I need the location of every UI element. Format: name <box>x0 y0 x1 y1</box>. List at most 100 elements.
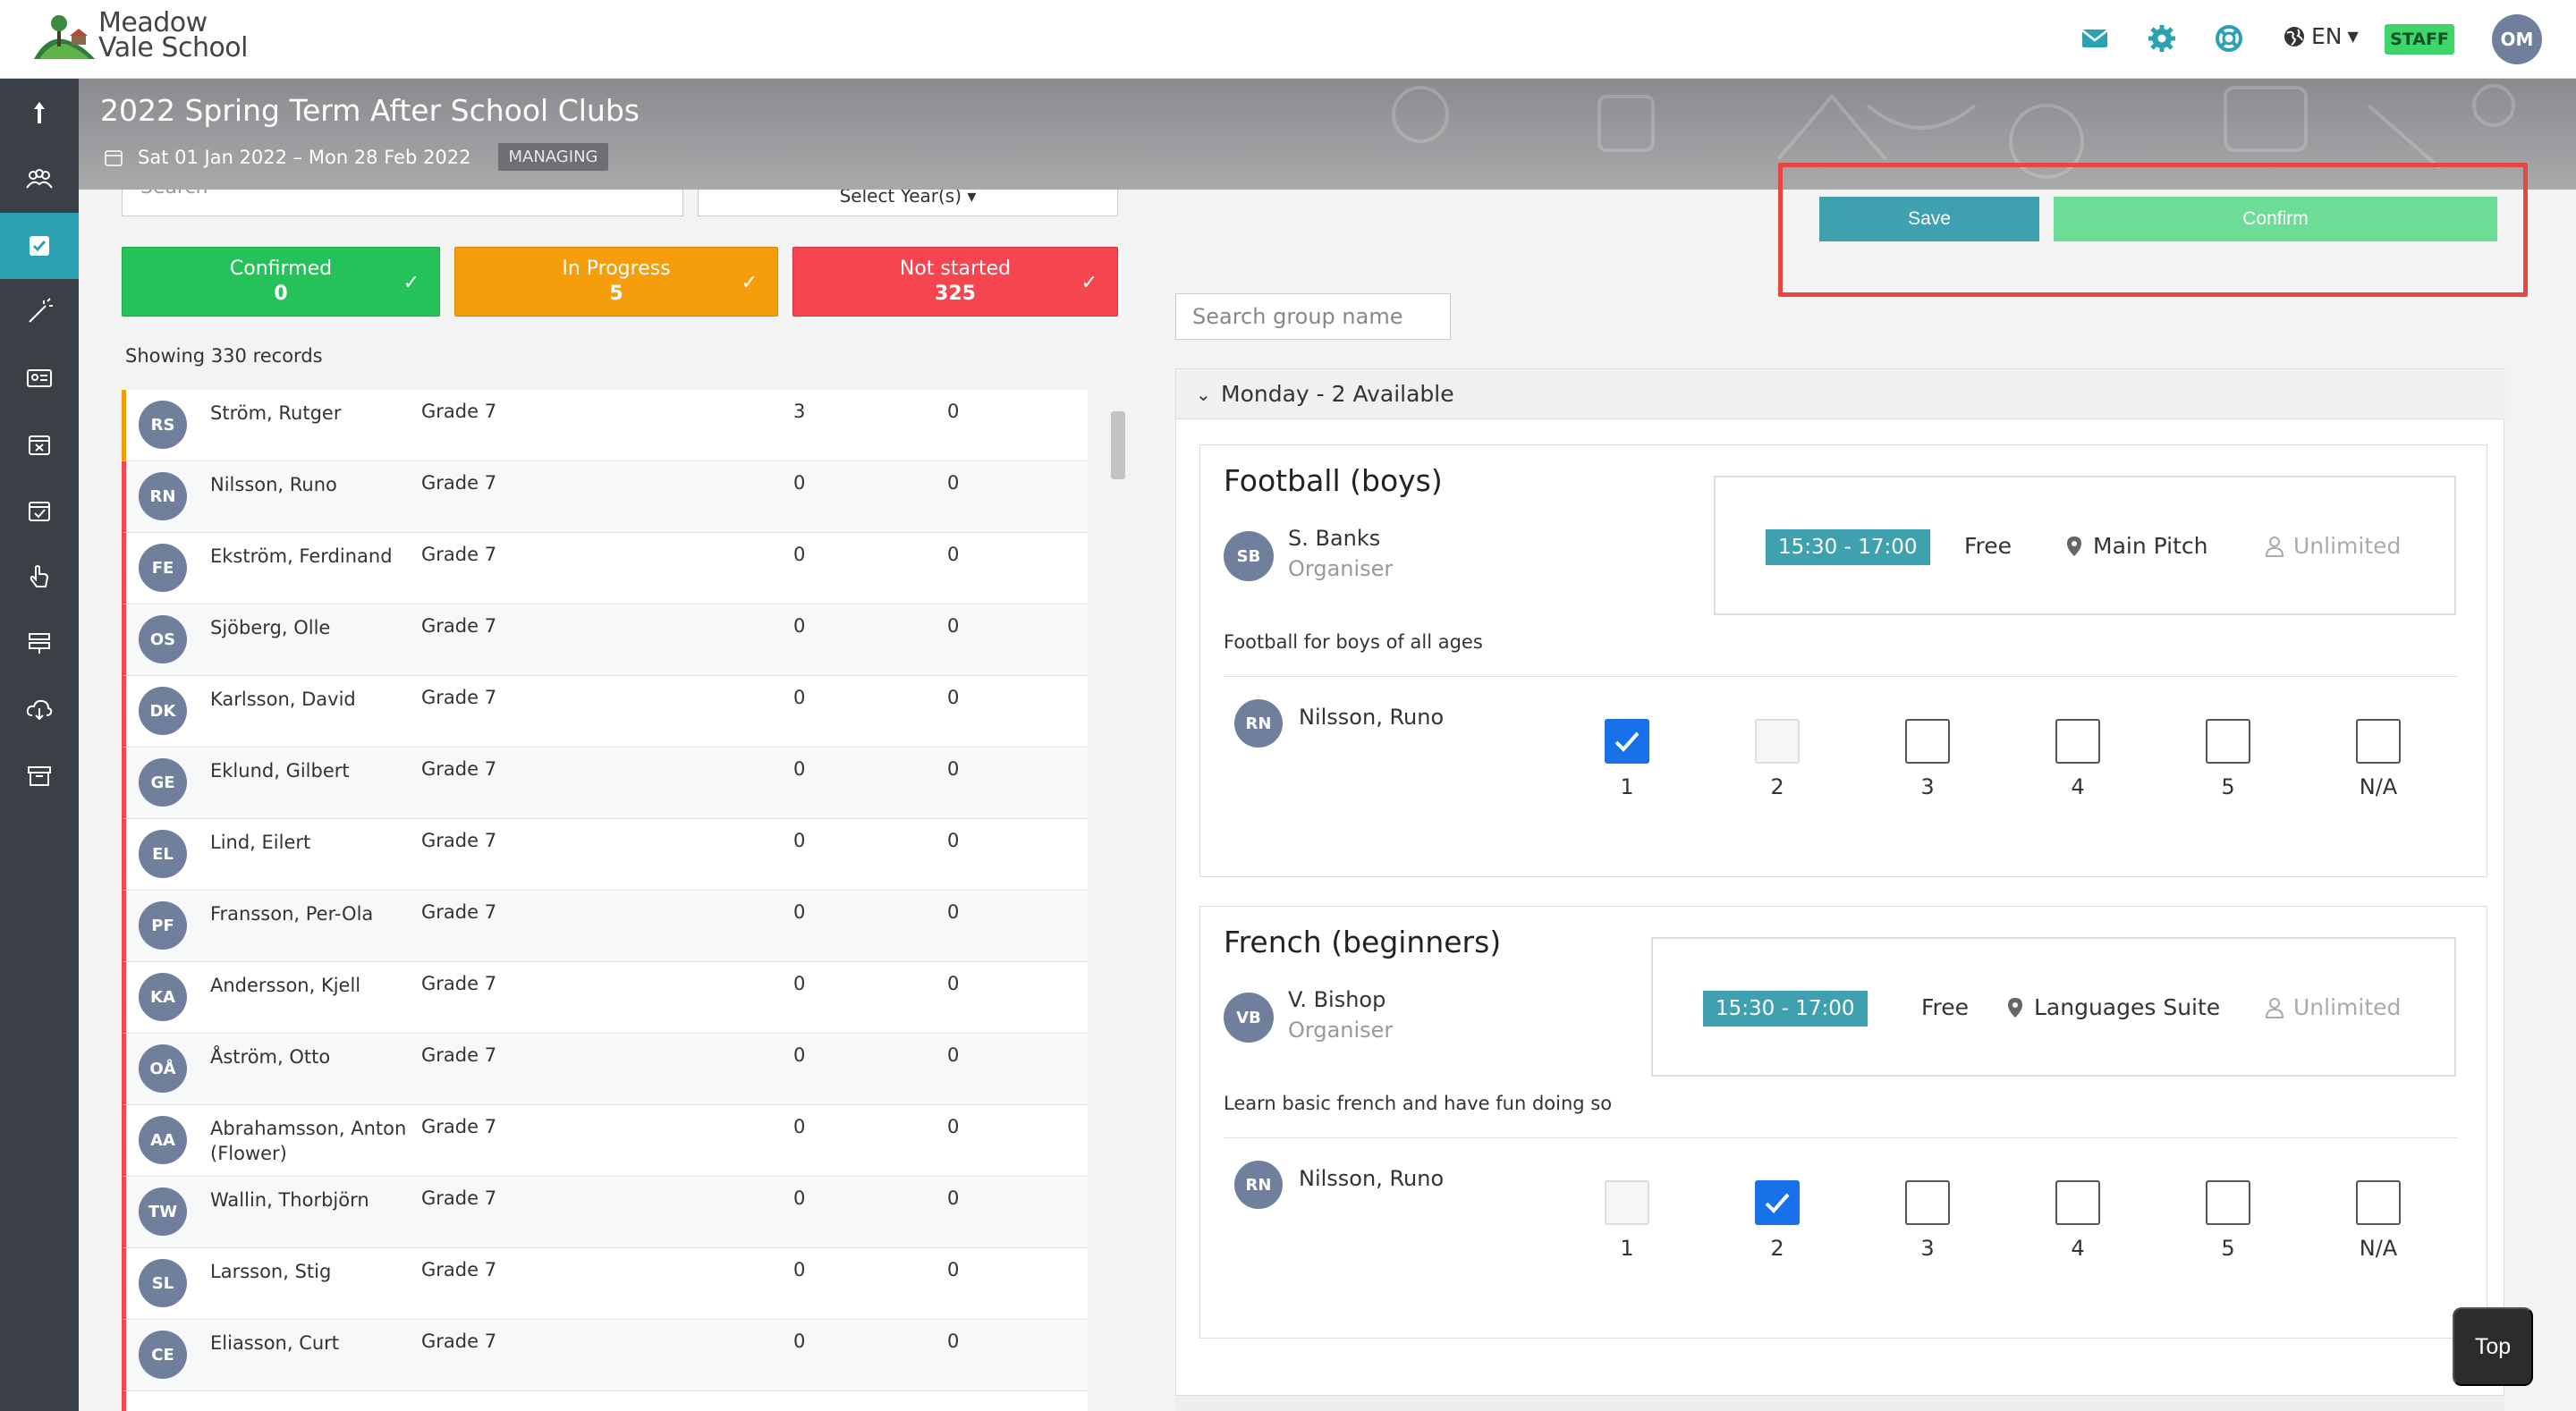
user-avatar[interactable]: OM <box>2492 14 2542 64</box>
student-grade: Grade 7 <box>421 687 497 708</box>
table-row[interactable]: FE Ekström, Ferdinand Grade 7 0 0 <box>122 533 1088 604</box>
table-row[interactable]: RN Nilsson, Runo Grade 7 0 0 <box>122 461 1088 533</box>
sidebar-item-cloud[interactable] <box>0 676 79 742</box>
table-row[interactable]: OS Sjöberg, Olle Grade 7 0 0 <box>122 604 1088 676</box>
student-grade: Grade 7 <box>421 758 497 780</box>
student-avatar: KA <box>139 973 187 1021</box>
stat-confirmed-label: Confirmed <box>229 258 333 280</box>
club-card: French (beginners) VB V. Bishop Organise… <box>1199 906 2487 1339</box>
sidebar-item-users[interactable] <box>0 147 79 213</box>
mail-icon[interactable] <box>2080 23 2110 54</box>
table-row[interactable]: GE Eklund, Gilbert Grade 7 0 0 <box>122 748 1088 819</box>
day-panel-monday: ⌄ Monday - 2 Available Football (boys) S… <box>1175 368 2505 1411</box>
table-row[interactable]: TW Wallin, Thorbjörn Grade 7 0 0 <box>122 1177 1088 1248</box>
gear-icon[interactable] <box>2147 23 2177 54</box>
upload-arrow-icon <box>34 102 45 123</box>
preference-5-checkbox[interactable] <box>2206 719 2250 764</box>
student-avatar: RS <box>139 401 187 449</box>
stat-confirmed[interactable]: Confirmed 0 ✓ <box>122 247 440 317</box>
club-capacity-text: Unlimited <box>2293 994 2402 1020</box>
club-description: Learn basic french and have fun doing so <box>1224 1093 1613 1114</box>
preference-1-checkbox[interactable] <box>1605 1180 1649 1225</box>
student-count-1: 0 <box>793 1259 806 1280</box>
student-avatar: RN <box>139 472 187 520</box>
preference-1-checkbox[interactable] <box>1605 719 1649 764</box>
save-button[interactable]: Save <box>1819 197 2039 241</box>
table-row[interactable]: RS Ström, Rutger Grade 7 3 0 <box>122 390 1088 461</box>
student-count-1: 0 <box>793 544 806 565</box>
table-row[interactable]: PF Fransson, Per-Ola Grade 7 0 0 <box>122 891 1088 962</box>
preference-na-checkbox[interactable] <box>2356 1180 2401 1225</box>
next-day-panel-edge <box>1175 1395 2504 1411</box>
preference-4-checkbox[interactable] <box>2055 1180 2100 1225</box>
calendar-check-icon <box>29 502 50 521</box>
club-capacity: Unlimited <box>2265 533 2401 559</box>
student-avatar: RN <box>1234 699 1283 748</box>
managing-badge: MANAGING <box>497 143 609 171</box>
student-avatar: PF <box>139 901 187 950</box>
preference-2-checkbox[interactable] <box>1755 719 1800 764</box>
stat-in-progress[interactable]: In Progress 5 ✓ <box>454 247 778 317</box>
calendar-icon <box>105 149 123 166</box>
student-grade: Grade 7 <box>421 830 497 851</box>
student-count-1: 0 <box>793 1331 806 1352</box>
time-badge: 15:30 - 17:00 <box>1766 529 1930 565</box>
club-fee: Free <box>1964 533 2012 559</box>
sidebar-item-calendar-x[interactable] <box>0 411 79 477</box>
sidebar-item-magic[interactable] <box>0 279 79 345</box>
organiser-avatar: SB <box>1224 531 1274 581</box>
magic-wand-icon <box>29 298 53 323</box>
day-header-label: Monday - 2 Available <box>1221 381 1454 407</box>
club-location-text: Languages Suite <box>2034 994 2221 1020</box>
day-header[interactable]: ⌄ Monday - 2 Available <box>1176 369 2505 419</box>
id-card-icon <box>27 369 52 387</box>
club-location: Languages Suite <box>2007 994 2220 1020</box>
stat-not-started[interactable]: Not started 325 ✓ <box>792 247 1118 317</box>
sidebar-item-list[interactable] <box>0 610 79 676</box>
preference-label: N/A <box>2359 1236 2398 1261</box>
sidebar-item-hand[interactable] <box>0 544 79 610</box>
student-grade: Grade 7 <box>421 1187 497 1209</box>
check-icon <box>1614 731 1640 752</box>
table-row[interactable] <box>122 1391 1088 1411</box>
sidebar-item-id-card[interactable] <box>0 345 79 411</box>
list-scrollbar[interactable] <box>1111 411 1125 479</box>
table-row[interactable]: KA Andersson, Kjell Grade 7 0 0 <box>122 962 1088 1034</box>
sidebar-item-clubs[interactable] <box>0 213 79 279</box>
help-lifebuoy-icon[interactable] <box>2214 23 2244 54</box>
club-title: Football (boys) <box>1224 463 1443 498</box>
club-card: Football (boys) SB S. Banks Organiser 15… <box>1199 444 2487 877</box>
table-row[interactable]: OÅ Åström, Otto Grade 7 0 0 <box>122 1034 1088 1105</box>
table-row[interactable]: CE Eliasson, Curt Grade 7 0 0 <box>122 1320 1088 1391</box>
school-logo[interactable]: Meadow Vale School <box>30 10 249 62</box>
student-name: Sjöberg, Olle <box>210 617 331 638</box>
sidebar-item-calendar-check[interactable] <box>0 477 79 544</box>
sidebar-item-archive[interactable] <box>0 742 79 808</box>
table-row[interactable]: EL Lind, Eilert Grade 7 0 0 <box>122 819 1088 891</box>
language-selector[interactable]: EN ▼ <box>2283 23 2359 49</box>
student-grade: Grade 7 <box>421 1259 497 1280</box>
preference-2-checkbox[interactable] <box>1755 1180 1800 1225</box>
table-row[interactable]: SL Larsson, Stig Grade 7 0 0 <box>122 1248 1088 1320</box>
preference-3-checkbox[interactable] <box>1905 1180 1950 1225</box>
preference-na-checkbox[interactable] <box>2356 719 2401 764</box>
student-grade: Grade 7 <box>421 1331 497 1352</box>
preference-4-checkbox[interactable] <box>2055 719 2100 764</box>
confirm-button[interactable]: Confirm <box>2054 197 2497 241</box>
student-avatar: GE <box>139 758 187 807</box>
preference-5-checkbox[interactable] <box>2206 1180 2250 1225</box>
sidebar-item-up[interactable] <box>0 80 79 147</box>
club-location-text: Main Pitch <box>2093 533 2208 559</box>
organiser-role: Organiser <box>1288 1018 1394 1043</box>
student-name: Lind, Eilert <box>210 832 311 853</box>
table-row[interactable]: AA Abrahamsson, Anton (Flower) Grade 7 0… <box>122 1105 1088 1177</box>
group-search-input[interactable]: Search group name <box>1175 293 1451 340</box>
table-row[interactable]: DK Karlsson, David Grade 7 0 0 <box>122 676 1088 748</box>
stat-confirmed-count: 0 <box>274 283 288 305</box>
student-grade: Grade 7 <box>421 901 497 923</box>
student-count-2: 0 <box>947 687 960 708</box>
sidebar <box>0 79 79 1411</box>
student-avatar: OÅ <box>139 1044 187 1093</box>
preference-3-checkbox[interactable] <box>1905 719 1950 764</box>
scroll-top-button[interactable]: Top <box>2453 1307 2533 1386</box>
